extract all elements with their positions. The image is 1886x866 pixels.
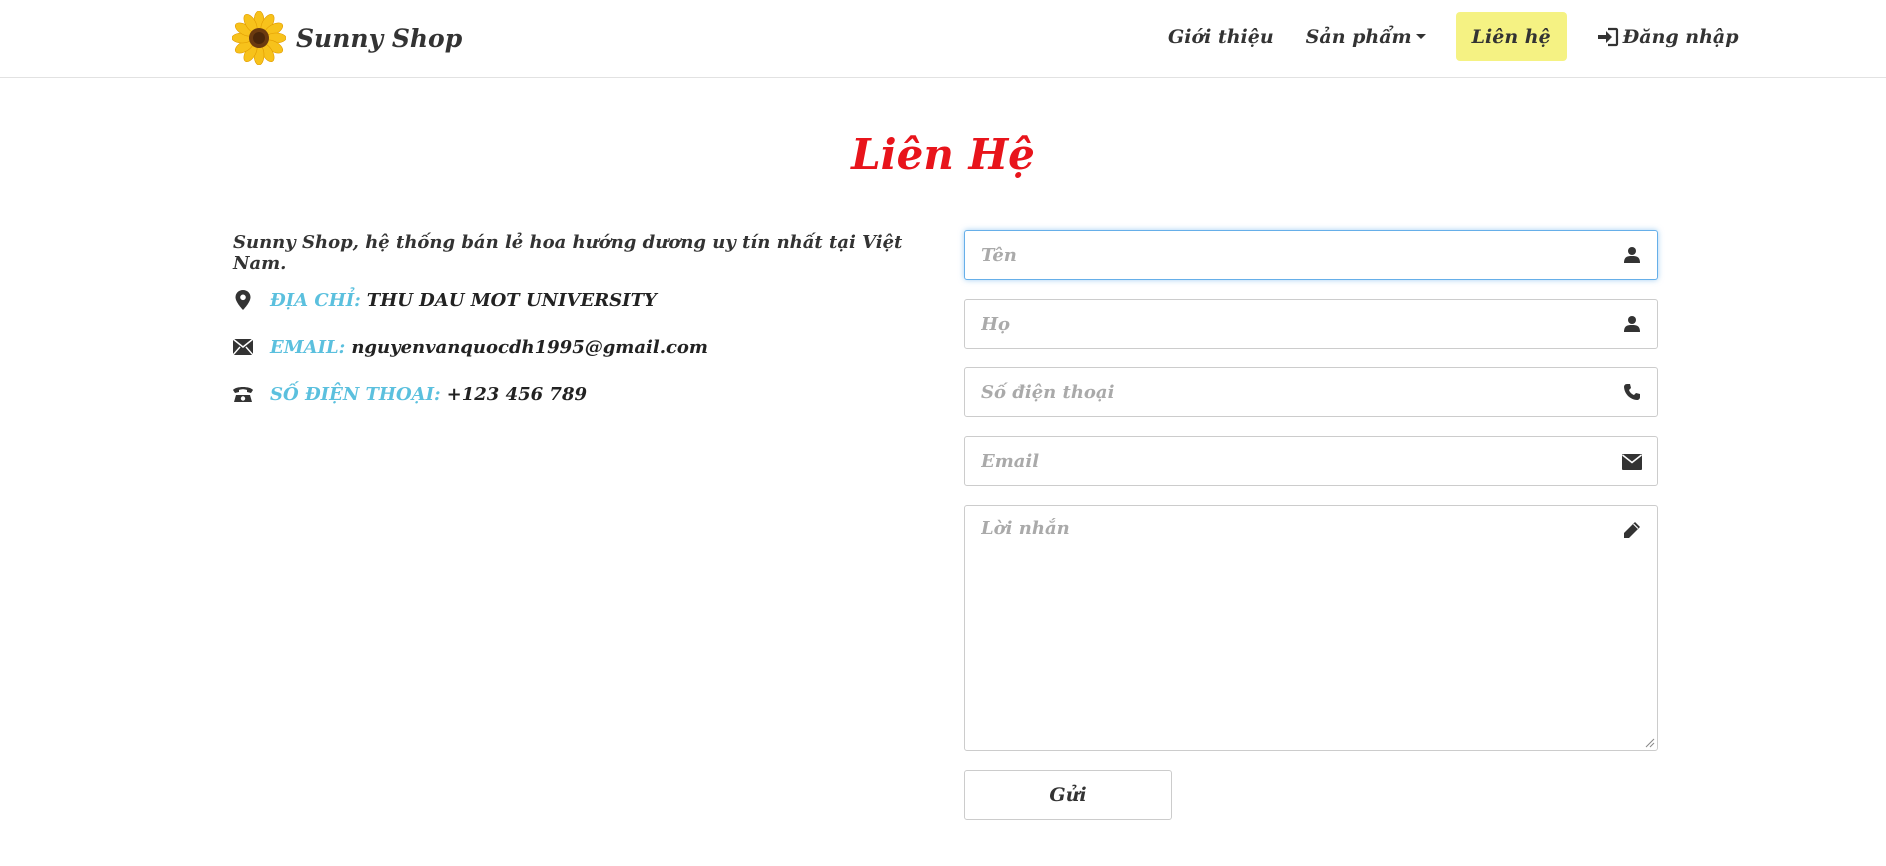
brand-name: Sunny Shop: [296, 23, 463, 53]
last-name-field[interactable]: [964, 299, 1658, 349]
email-input[interactable]: [981, 437, 1581, 485]
phone-label: SỐ ĐIỆN THOẠI:: [270, 383, 441, 405]
message-field[interactable]: [964, 505, 1658, 751]
address-value: THU DAU MOT UNIVERSITY: [366, 289, 657, 311]
brand-link[interactable]: Sunny Shop: [232, 11, 462, 65]
email-label: EMAIL:: [270, 336, 346, 358]
user-icon: [1624, 316, 1640, 332]
page-title: Liên Hệ: [851, 130, 1035, 179]
first-name-input[interactable]: [981, 231, 1581, 279]
address-row: ĐỊA CHỈ: THU DAU MOT UNIVERSITY: [232, 286, 657, 314]
map-marker-icon: [232, 289, 254, 311]
phone-row: SỐ ĐIỆN THOẠI: +123 456 789: [232, 380, 587, 408]
navbar: Sunny Shop Giới thiệu Sản phẩm Liên hệ Đ…: [0, 0, 1886, 78]
submit-button[interactable]: Gửi: [964, 770, 1172, 820]
nav-item-label: Liên hệ: [1471, 25, 1551, 48]
nav-item-label: Giới thiệu: [1168, 25, 1274, 48]
nav-item-label: Sản phẩm: [1305, 25, 1412, 48]
caret-down-icon: [1415, 34, 1426, 39]
main-nav: Giới thiệu Sản phẩm Liên hệ Đăng nhập: [1152, 12, 1755, 61]
phone-alt-icon: [232, 383, 254, 405]
nav-item-gioi-thieu[interactable]: Giới thiệu: [1152, 12, 1290, 61]
envelope-icon: [1622, 454, 1642, 470]
nav-item-dang-nhap[interactable]: Đăng nhập: [1581, 12, 1755, 61]
nav-item-lien-he[interactable]: Liên hệ: [1455, 12, 1567, 61]
email-value: nguyenvanquocdh1995@gmail.com: [351, 336, 708, 358]
email-field[interactable]: [964, 436, 1658, 486]
phone-value: +123 456 789: [446, 383, 587, 405]
nav-item-san-pham[interactable]: Sản phẩm: [1290, 12, 1442, 61]
login-icon: [1597, 27, 1618, 46]
sunflower-icon: [232, 11, 286, 65]
address-label: ĐỊA CHỈ:: [270, 289, 361, 311]
phone-field[interactable]: [964, 367, 1658, 417]
user-icon: [1624, 247, 1640, 263]
contact-intro: Sunny Shop, hệ thống bán lẻ hoa hướng dư…: [233, 232, 903, 274]
resize-handle-icon[interactable]: [1645, 738, 1655, 748]
phone-icon: [1624, 384, 1640, 400]
nav-item-label: Đăng nhập: [1622, 25, 1739, 48]
message-textarea[interactable]: [981, 518, 1581, 738]
first-name-field[interactable]: [964, 230, 1658, 280]
email-row: EMAIL: nguyenvanquocdh1995@gmail.com: [232, 333, 708, 361]
phone-input[interactable]: [981, 368, 1581, 416]
last-name-input[interactable]: [981, 300, 1581, 348]
pencil-icon: [1624, 522, 1640, 538]
envelope-icon: [232, 336, 254, 358]
